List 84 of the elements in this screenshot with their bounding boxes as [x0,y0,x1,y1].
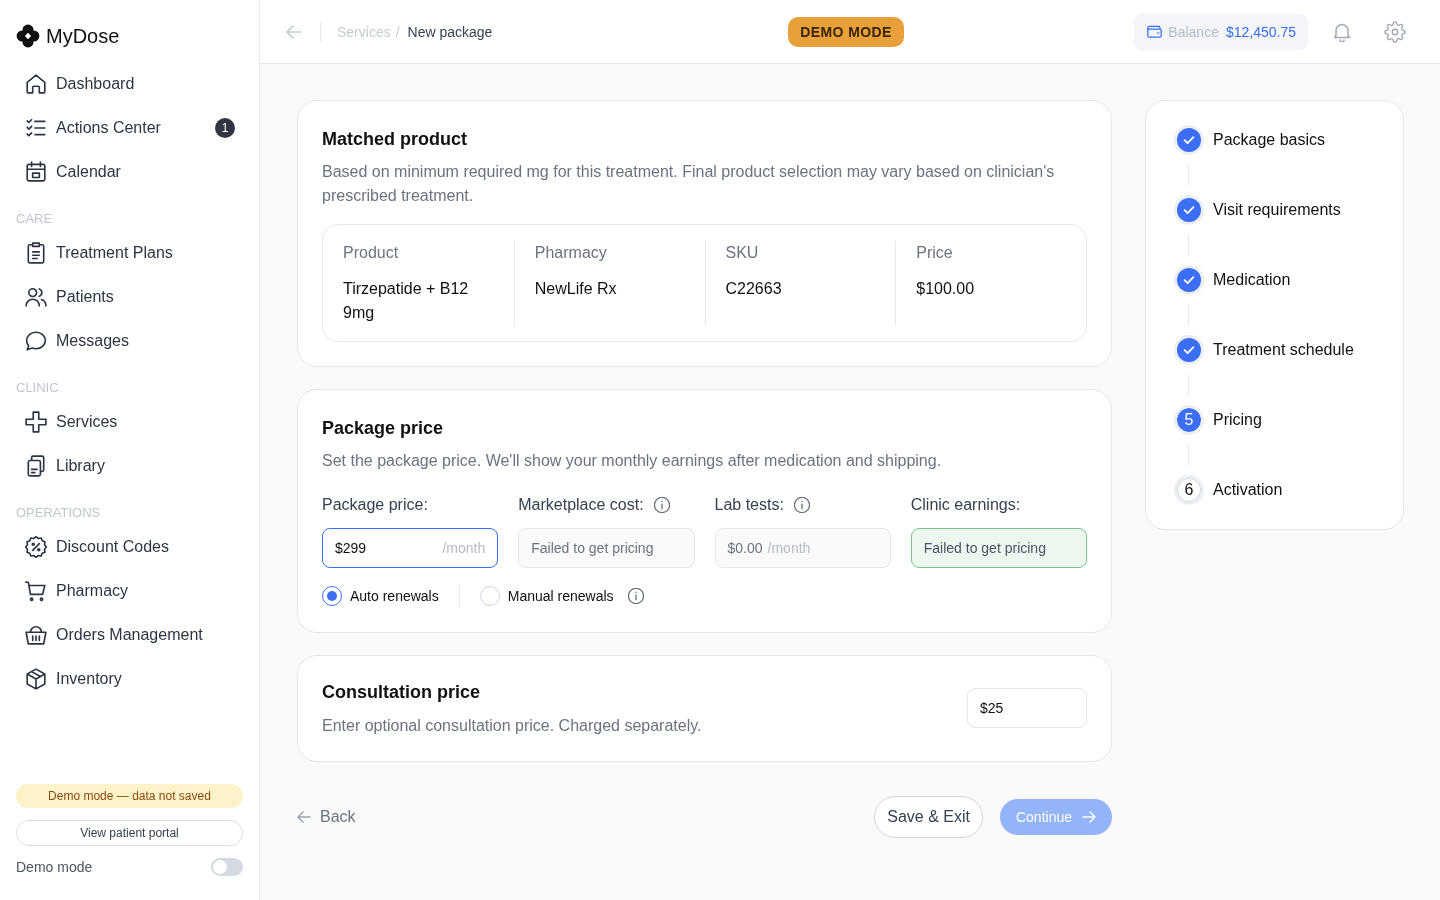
readonly-field: $0.00 /month [714,528,891,568]
card-description: Based on minimum required mg for this treatment. Final product selection may vary based on clinician's prescribed treatment. [322,162,1056,206]
table-header-cell-text: Product [343,243,400,263]
table-cell-text: NewLife Rx [534,279,618,299]
percent-badge-icon [25,536,47,558]
house-icon [25,73,47,95]
nav-section-heading: OPERATIONS [16,504,102,522]
card-description: Set the package price. We'll show your monthly earnings after medication and shipping. [322,451,943,471]
field-label: Marketplace cost: [518,496,644,514]
view-patient-portal-button[interactable]: View patient portal [16,820,243,846]
nav-item[interactable]: Messages [16,319,243,363]
nav-item[interactable]: Library [16,444,243,488]
step-label: Treatment schedule [1213,341,1354,359]
nav-item[interactable]: Orders Management [16,613,243,657]
table-cell-text: $100.00 [916,279,976,299]
cube-icon [25,668,47,690]
renewal-option[interactable]: Manual renewals [479,586,614,606]
field-label: Lab tests: [714,496,784,514]
nav-item[interactable]: Dashboard [16,62,243,106]
demo-mode-badge: DEMO MODE [788,16,904,47]
nav-item[interactable]: Patients [16,275,243,319]
arrow-right-icon [1082,811,1096,823]
info-icon[interactable] [653,497,670,513]
step-label: Package basics [1213,131,1326,149]
card-title: Consultation price [322,681,481,704]
nav-item[interactable]: Discount Codes [16,525,243,569]
clipboard-icon [25,242,47,264]
nav-item[interactable]: Calendar [16,150,243,194]
bell-icon[interactable] [1333,21,1351,42]
step-number: 6 [1174,475,1204,505]
toggle-label: Demo mode [16,859,93,875]
readonly-field: Failed to get pricing [518,528,695,568]
nav-item[interactable]: Pharmacy [16,569,243,613]
save-exit-button[interactable]: Save & Exit [874,796,983,838]
logo-text: MyDose [46,24,120,48]
speech-bubble-icon [25,330,47,352]
checklist-icon [25,117,47,139]
card-title: Package price [322,417,445,440]
step-label: Activation [1213,481,1283,499]
consultation-price-input[interactable]: $25 [967,688,1087,728]
earnings-field: Failed to get pricing [910,528,1087,568]
logo-icon [16,24,40,48]
renewal-option[interactable]: Auto renewals [322,586,439,606]
breadcrumb-separator: / [395,23,400,40]
radio-button[interactable] [322,586,342,606]
table-header-cell-text: Price [916,243,954,263]
breadcrumb-current: New package [407,23,493,40]
table-header-cell-text: Pharmacy [534,243,608,263]
calendar-icon [25,161,47,183]
cart-icon [25,580,47,602]
step-label: Medication [1213,271,1291,289]
balance-label: Balance [1168,23,1219,40]
documents-icon [25,455,47,477]
info-icon[interactable] [793,497,810,513]
price-input[interactable]: $299 /month [322,528,499,568]
table-cell-text: Tirzepatide + B12 9mg [343,279,470,323]
back-button[interactable]: Back [297,808,356,826]
people-icon [25,286,47,308]
step-label: Visit requirements [1213,201,1341,219]
demo-mode-toggle[interactable] [211,858,243,876]
arrow-left-icon [297,811,311,823]
count-badge: 1 [215,118,235,138]
medical-cross-icon [25,411,47,433]
info-icon[interactable] [627,588,644,604]
basket-icon [25,624,47,646]
table-header-cell-text: SKU [725,243,760,263]
card-description: Enter optional consultation price. Charged separately. [322,716,702,736]
demo-notice-banner: Demo mode — data not saved [16,784,243,808]
nav-item[interactable]: Inventory [16,657,243,701]
nav-item[interactable]: Treatment Plans [16,231,243,275]
back-arrow-icon[interactable] [286,24,302,39]
step-number: 5 [1174,405,1204,435]
table-cell-text: C22663 [725,279,783,299]
settings-icon[interactable] [1384,20,1406,43]
step-label: Pricing [1213,411,1262,429]
wallet-icon [1147,25,1163,38]
nav-item[interactable]: Services [16,400,243,444]
nav-section-heading: CARE [16,210,54,228]
card-title: Matched product [322,128,468,151]
balance-amount: $12,450.75 [1225,23,1296,40]
field-label: Clinic earnings: [910,496,1021,514]
nav-section-heading: CLINIC [16,379,60,397]
nav-item[interactable]: Actions Center 1 [16,106,243,150]
field-label: Package price: [322,496,428,514]
